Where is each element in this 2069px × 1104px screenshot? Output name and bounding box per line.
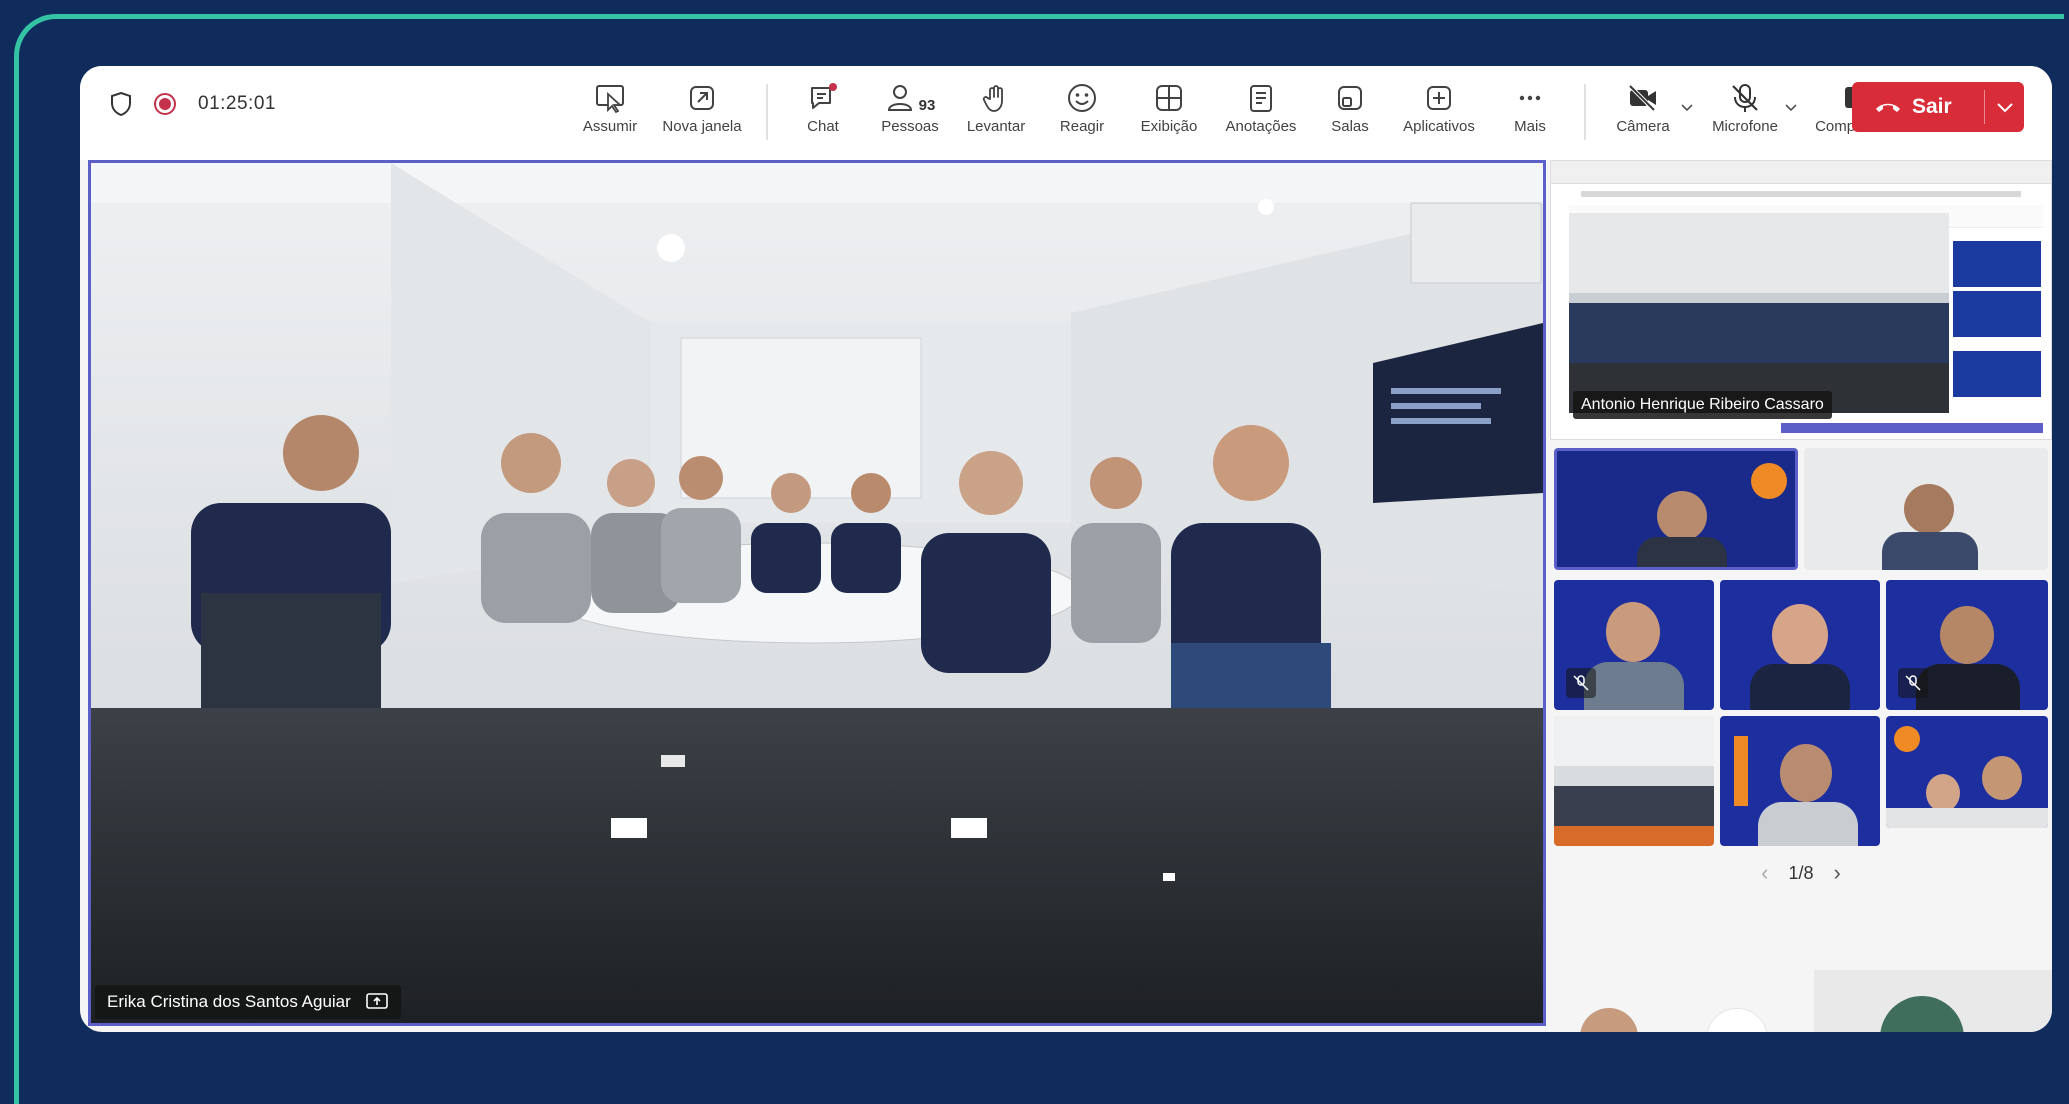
recording-icon <box>154 93 176 115</box>
avatar[interactable] <box>1580 1008 1638 1032</box>
mic-off-icon <box>1905 675 1921 691</box>
raise-hand-icon <box>982 85 1003 112</box>
shared-screen-name: Antonio Henrique Ribeiro Cassaro <box>1581 396 1824 413</box>
new-window-label: Nova janela <box>662 118 742 135</box>
shared-screen-name-tag: Antonio Henrique Ribeiro Cassaro <box>1573 391 1832 419</box>
more-label: Mais <box>1514 118 1546 135</box>
more-participants-button[interactable]: ··· <box>1706 1008 1768 1032</box>
participant-tile[interactable] <box>1554 448 1798 570</box>
shield-icon[interactable] <box>110 91 132 117</box>
chevron-down-icon <box>1996 103 2013 113</box>
toolbar-divider <box>766 84 768 140</box>
rooms-button[interactable]: Salas <box>1320 74 1380 135</box>
participant-muted-indicator <box>1566 668 1596 698</box>
meeting-toolbar: 01:25:01 Assumir Nova janela Chat 93 Pes… <box>80 66 2052 160</box>
participant-tile[interactable] <box>1720 716 1880 846</box>
view-icon <box>1156 85 1182 111</box>
raise-hand-label: Levantar <box>966 118 1026 135</box>
shared-screen-preview[interactable]: Antonio Henrique Ribeiro Cassaro <box>1550 160 2052 440</box>
apps-button[interactable]: Aplicativos <box>1394 74 1484 135</box>
microphone-button[interactable]: Microfone <box>1700 74 1790 135</box>
rooms-label: Salas <box>1331 118 1369 135</box>
notes-label: Anotações <box>1225 118 1297 135</box>
main-participant-name: Erika Cristina dos Santos Aguiar <box>107 992 351 1011</box>
page-indicator: 1/8 <box>1788 862 1814 883</box>
camera-options-chevron-icon[interactable] <box>1680 100 1694 114</box>
new-window-button[interactable]: Nova janela <box>656 74 748 135</box>
hang-up-icon <box>1876 103 1900 112</box>
people-label: Pessoas <box>881 118 939 135</box>
camera-button[interactable]: Câmera <box>1608 74 1678 135</box>
raise-hand-button[interactable]: Levantar <box>958 74 1034 135</box>
gallery-pager: ‹ 1/8 › <box>1550 860 2052 886</box>
participant-tile[interactable] <box>1720 580 1880 710</box>
more-button[interactable]: Mais <box>1500 74 1560 135</box>
camera-label: Câmera <box>1616 118 1670 135</box>
react-label: Reagir <box>1059 118 1105 135</box>
previous-page-icon[interactable]: ‹ <box>1761 860 1768 886</box>
pop-out-icon <box>690 86 714 110</box>
meeting-window: 01:25:01 Assumir Nova janela Chat 93 Pes… <box>80 66 2052 1032</box>
leave-button[interactable]: Sair <box>1852 82 2024 132</box>
people-button[interactable]: 93 Pessoas <box>870 74 950 135</box>
react-icon <box>1068 84 1096 112</box>
participant-tile[interactable] <box>1886 580 2048 710</box>
react-button[interactable]: Reagir <box>1050 74 1114 135</box>
microphone-label: Microfone <box>1712 118 1778 135</box>
more-icon <box>1519 95 1541 101</box>
rooms-icon <box>1338 86 1362 110</box>
mic-off-icon <box>1732 84 1758 112</box>
mic-off-icon <box>1573 675 1589 691</box>
people-count: 93 <box>918 97 936 114</box>
view-button[interactable]: Exibição <box>1132 74 1206 135</box>
call-timer: 01:25:01 <box>198 93 276 114</box>
participant-tile[interactable] <box>1886 716 2048 828</box>
participant-tile[interactable] <box>1804 448 2048 570</box>
toolbar-divider <box>1584 84 1586 140</box>
take-control-button[interactable]: Assumir <box>574 74 646 135</box>
call-status: 01:25:01 <box>110 91 276 117</box>
chat-button[interactable]: Chat <box>792 74 854 135</box>
apps-icon <box>1427 86 1451 110</box>
notes-button[interactable]: Anotações <box>1216 74 1306 135</box>
share-screen-indicator-icon <box>365 993 388 1009</box>
leave-label: Sair <box>1912 95 1952 118</box>
meeting-room-video <box>91 163 1543 1023</box>
participants-side-panel: Antonio Henrique Ribeiro Cassaro ‹ 1/8 › <box>1550 160 2052 1032</box>
participant-muted-indicator <box>1898 668 1928 698</box>
microphone-options-chevron-icon[interactable] <box>1784 100 1798 114</box>
take-control-label: Assumir <box>582 118 638 135</box>
take-control-icon <box>596 85 624 114</box>
participant-tile[interactable] <box>1554 580 1714 710</box>
people-icon <box>887 85 912 111</box>
chat-label: Chat <box>807 118 839 135</box>
view-label: Exibição <box>1140 118 1198 135</box>
main-participant-name-tag: Erika Cristina dos Santos Aguiar <box>95 985 401 1019</box>
camera-off-icon <box>1628 84 1656 112</box>
main-video-stage[interactable]: Erika Cristina dos Santos Aguiar <box>88 160 1546 1026</box>
next-page-icon[interactable]: › <box>1834 860 1841 886</box>
apps-label: Aplicativos <box>1403 118 1475 135</box>
participant-tile[interactable] <box>1554 716 1714 846</box>
leave-options-button[interactable] <box>1985 101 2024 113</box>
notes-icon <box>1250 85 1272 112</box>
chat-icon <box>811 83 837 109</box>
